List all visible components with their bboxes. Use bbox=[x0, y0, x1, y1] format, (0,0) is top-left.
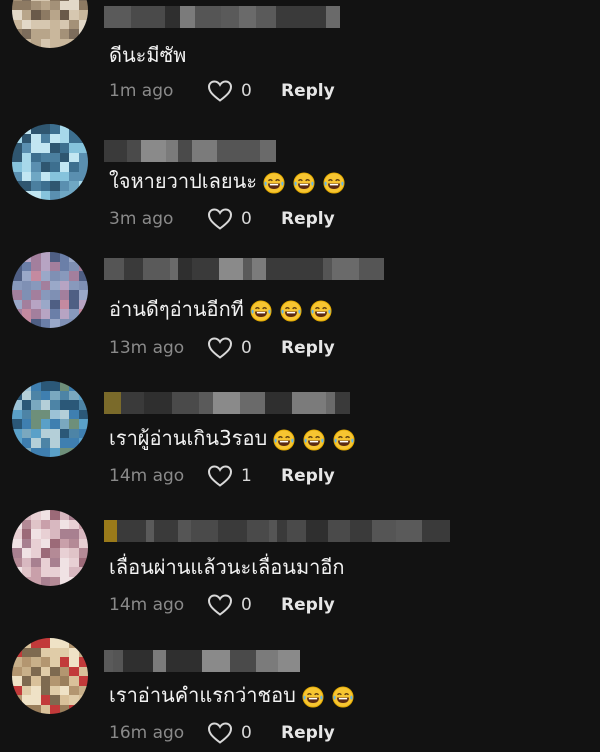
username-blurred[interactable] bbox=[104, 6, 340, 28]
laughing-tears-emoji-icon bbox=[293, 171, 315, 194]
comment-text: เราอ่านคำแรกว่าชอบ bbox=[109, 682, 354, 708]
like-button[interactable]: 0 bbox=[207, 336, 281, 360]
heart-outline-icon[interactable] bbox=[207, 464, 233, 488]
laughing-tears-emoji-icon bbox=[332, 685, 354, 708]
like-button[interactable]: 0 bbox=[207, 207, 281, 231]
laughing-tears-emoji-icon bbox=[280, 299, 302, 322]
reply-button[interactable]: Reply bbox=[281, 595, 335, 615]
timestamp: 16m ago bbox=[109, 723, 185, 743]
like-count: 1 bbox=[241, 466, 252, 486]
comment-text-content: เลื่อนผ่านแล้วนะเลื่อนมาอีก bbox=[109, 555, 345, 579]
like-count: 0 bbox=[241, 723, 252, 743]
heart-outline-icon[interactable] bbox=[207, 336, 233, 360]
laughing-tears-emoji-icon bbox=[303, 428, 325, 451]
like-count: 0 bbox=[241, 81, 252, 101]
emoji-row bbox=[263, 171, 345, 194]
emoji-row bbox=[273, 428, 355, 451]
reply-button[interactable]: Reply bbox=[281, 723, 335, 743]
reply-button[interactable]: Reply bbox=[281, 338, 335, 358]
username-blurred[interactable] bbox=[104, 392, 350, 414]
like-count: 0 bbox=[241, 338, 252, 358]
laughing-tears-emoji-icon bbox=[323, 171, 345, 194]
heart-outline-icon[interactable] bbox=[207, 207, 233, 231]
username-blurred[interactable] bbox=[104, 650, 300, 672]
like-button[interactable]: 0 bbox=[207, 593, 281, 617]
heart-outline-icon[interactable] bbox=[207, 721, 233, 745]
avatar[interactable] bbox=[12, 638, 88, 714]
avatar[interactable] bbox=[12, 252, 88, 328]
like-button[interactable]: 0 bbox=[207, 79, 281, 103]
like-button[interactable]: 1 bbox=[207, 464, 281, 488]
comment-meta: 16m ago 0 Reply bbox=[109, 720, 335, 746]
comment-meta: 14m ago 0 Reply bbox=[109, 592, 335, 618]
comment-text: เลื่อนผ่านแล้วนะเลื่อนมาอีก bbox=[109, 554, 345, 580]
timestamp: 3m ago bbox=[109, 209, 174, 229]
laughing-tears-emoji-icon bbox=[250, 299, 272, 322]
username-blurred[interactable] bbox=[104, 140, 276, 162]
comment-text: ดีนะมีซัพ bbox=[109, 42, 186, 68]
comment-text-content: ใจหายวาปเลยนะ bbox=[109, 169, 257, 193]
emoji-row bbox=[250, 299, 332, 322]
heart-outline-icon[interactable] bbox=[207, 79, 233, 103]
avatar[interactable] bbox=[12, 124, 88, 200]
laughing-tears-emoji-icon bbox=[333, 428, 355, 451]
laughing-tears-emoji-icon bbox=[302, 685, 324, 708]
emoji-row bbox=[302, 685, 354, 708]
comment-meta: 13m ago 0 Reply bbox=[109, 335, 335, 361]
reply-button[interactable]: Reply bbox=[281, 209, 335, 229]
timestamp: 1m ago bbox=[109, 81, 174, 101]
timestamp: 13m ago bbox=[109, 338, 185, 358]
comment-meta: 1m ago 0 Reply bbox=[109, 78, 335, 104]
comment-meta: 14m ago 1 Reply bbox=[109, 463, 335, 489]
avatar[interactable] bbox=[12, 381, 88, 457]
username-blurred[interactable] bbox=[104, 258, 384, 280]
heart-outline-icon[interactable] bbox=[207, 593, 233, 617]
laughing-tears-emoji-icon bbox=[310, 299, 332, 322]
comment-text: อ่านดีๆอ่านอีกที bbox=[109, 296, 332, 322]
timestamp: 14m ago bbox=[109, 595, 185, 615]
comment-text-content: ดีนะมีซัพ bbox=[109, 43, 187, 67]
timestamp: 14m ago bbox=[109, 466, 185, 486]
avatar[interactable] bbox=[12, 0, 88, 48]
comment-text: เราผู้อ่านเกิน3รอบ bbox=[109, 425, 355, 451]
avatar[interactable] bbox=[12, 510, 88, 586]
like-count: 0 bbox=[241, 595, 252, 615]
laughing-tears-emoji-icon bbox=[263, 171, 285, 194]
like-button[interactable]: 0 bbox=[207, 721, 281, 745]
comment-meta: 3m ago 0 Reply bbox=[109, 206, 335, 232]
like-count: 0 bbox=[241, 209, 252, 229]
comment-text-content: อ่านดีๆอ่านอีกที bbox=[109, 297, 244, 321]
comment-text-content: เราผู้อ่านเกิน3รอบ bbox=[109, 426, 268, 450]
username-blurred[interactable] bbox=[104, 520, 450, 542]
comment-text: ใจหายวาปเลยนะ bbox=[109, 168, 345, 194]
laughing-tears-emoji-icon bbox=[273, 428, 295, 451]
comment-text-content: เราอ่านคำแรกว่าชอบ bbox=[109, 683, 296, 707]
reply-button[interactable]: Reply bbox=[281, 81, 335, 101]
reply-button[interactable]: Reply bbox=[281, 466, 335, 486]
